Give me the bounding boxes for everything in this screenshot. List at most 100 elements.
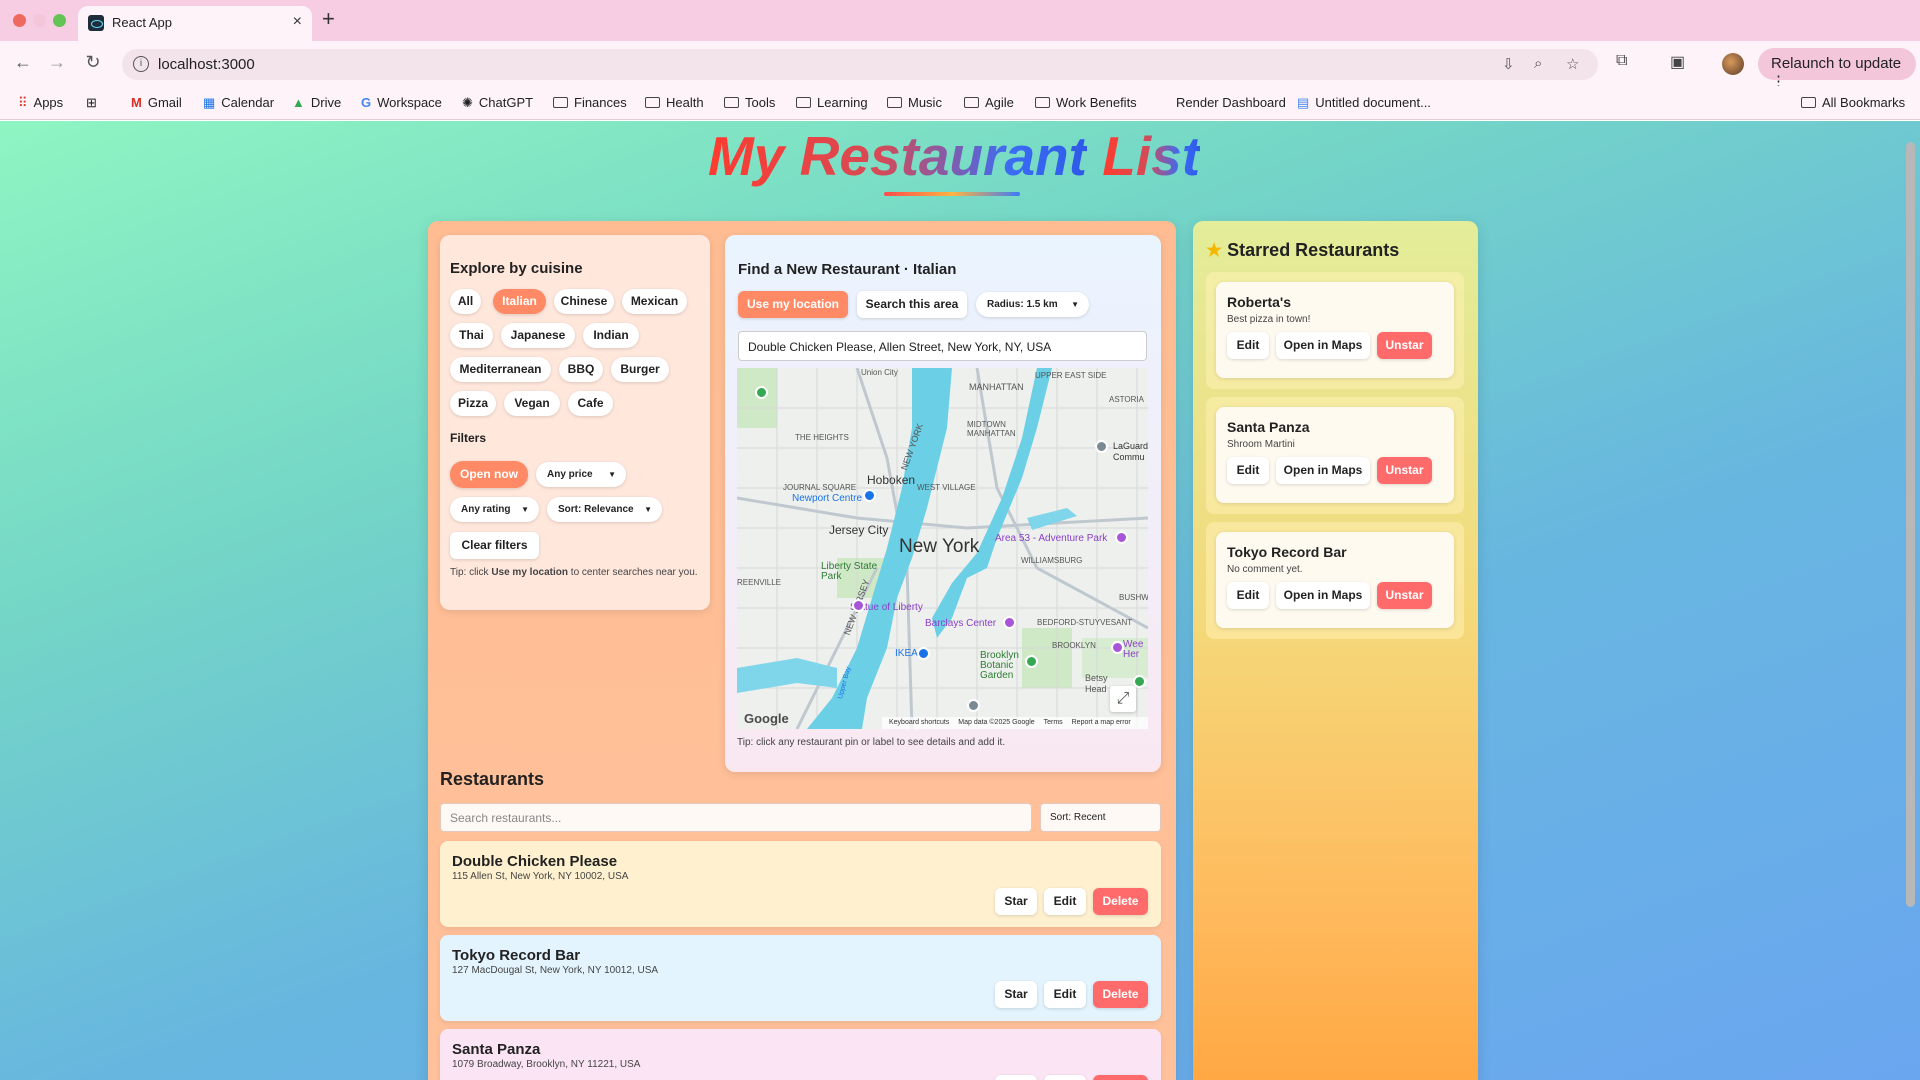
tab-close-icon[interactable]: × (293, 13, 302, 31)
bookmark-tools[interactable]: Tools (724, 95, 775, 110)
rating-dropdown[interactable]: Any rating ▼ (450, 497, 539, 522)
open-in-maps-button[interactable]: Open in Maps (1276, 457, 1370, 484)
use-my-location-button[interactable]: Use my location (738, 291, 848, 318)
keyboard-shortcuts-link[interactable]: Keyboard shortcuts (889, 719, 949, 726)
bookmark-chatgpt[interactable]: ✺ ChatGPT (462, 95, 533, 111)
map-pin-ikea[interactable] (917, 647, 930, 660)
window-minimize-control[interactable] (33, 14, 46, 27)
profile-avatar[interactable] (1722, 53, 1744, 75)
radius-dropdown[interactable]: Radius: 1.5 km ▼ (976, 292, 1089, 317)
starred-edit-button[interactable]: Edit (1227, 582, 1269, 609)
fullscreen-icon[interactable]: ⤢ (1110, 686, 1136, 712)
unstar-button[interactable]: Unstar (1377, 457, 1432, 484)
delete-button[interactable]: Delete (1093, 1075, 1148, 1080)
folder-icon (645, 97, 660, 108)
clear-filters-button[interactable]: Clear filters (450, 532, 539, 559)
map-pin-laguardia[interactable] (1095, 440, 1108, 453)
unstar-button[interactable]: Unstar (1377, 582, 1432, 609)
terms-link[interactable]: Terms (1044, 719, 1063, 726)
starred-edit-button[interactable]: Edit (1227, 457, 1269, 484)
map-pin-statue-of-liberty[interactable] (852, 599, 865, 612)
cuisine-chip-burger[interactable]: Burger (611, 357, 669, 382)
all-bookmarks[interactable]: All Bookmarks (1801, 95, 1905, 110)
bookmark-star-icon[interactable]: ☆ (1566, 55, 1579, 73)
cuisine-chip-mexican[interactable]: Mexican (622, 289, 687, 314)
bookmark-untitled-document[interactable]: ▤ Untitled document... (1297, 95, 1431, 111)
relaunch-button[interactable]: Relaunch to update ⋮ (1758, 48, 1916, 90)
bookmark-work-benefits[interactable]: Work Benefits (1035, 95, 1137, 110)
cuisine-chip-cafe[interactable]: Cafe (568, 391, 613, 416)
open-in-maps-button[interactable]: Open in Maps (1276, 332, 1370, 359)
map-pin-barclays[interactable] (1003, 616, 1016, 629)
window-zoom-control[interactable] (53, 14, 66, 27)
radius-dropdown-label: Radius: 1.5 km (987, 299, 1058, 310)
map-label-botanic-garden: Brooklyn Botanic Garden (980, 650, 1019, 681)
cuisine-chip-italian[interactable]: Italian (493, 289, 546, 314)
bookmark-drive[interactable]: ▲ Drive (292, 95, 341, 110)
zoom-icon[interactable]: ⌕ (1534, 55, 1542, 72)
delete-button[interactable]: Delete (1093, 981, 1148, 1008)
edit-button[interactable]: Edit (1044, 981, 1086, 1008)
delete-button[interactable]: Delete (1093, 888, 1148, 915)
bookmark-label: Apps (33, 95, 64, 110)
bookmark-finances[interactable]: Finances (553, 95, 627, 110)
page-scrollbar[interactable] (1906, 142, 1915, 907)
unstar-button[interactable]: Unstar (1377, 332, 1432, 359)
cuisine-chip-thai[interactable]: Thai (450, 323, 493, 348)
restaurant-search-input[interactable]: Search restaurants... (440, 803, 1032, 832)
bookmark-workspace[interactable]: G Workspace (361, 95, 442, 110)
new-tab-icon[interactable]: + (322, 8, 335, 30)
address-bar[interactable]: i localhost:3000 ⇩ ⌕ ☆ (122, 49, 1598, 80)
edit-button[interactable]: Edit (1044, 888, 1086, 915)
google-apps-icon[interactable]: ⊞ (86, 95, 97, 111)
map-pin-park[interactable] (755, 386, 768, 399)
site-info-icon[interactable]: i (133, 56, 149, 72)
forward-icon[interactable]: → (46, 52, 68, 73)
report-error-link[interactable]: Report a map error (1072, 719, 1131, 726)
map-pin-wee-her[interactable] (1111, 641, 1124, 654)
star-button[interactable]: Star (995, 981, 1037, 1008)
reload-icon[interactable]: ↻ (82, 52, 104, 73)
edit-button[interactable]: Edit (1044, 1075, 1086, 1080)
cuisine-chip-pizza[interactable]: Pizza (450, 391, 496, 416)
cuisine-chip-japanese[interactable]: Japanese (501, 323, 575, 348)
restaurant-name: Double Chicken Please (452, 853, 618, 870)
bookmark-gmail[interactable]: M Gmail (131, 95, 182, 110)
bookmark-agile[interactable]: Agile (964, 95, 1014, 110)
map-pin-transit[interactable] (967, 699, 980, 712)
map-pin-botanic-garden[interactable] (1025, 655, 1038, 668)
star-button[interactable]: Star (995, 888, 1037, 915)
open-now-toggle[interactable]: Open now (450, 461, 528, 488)
cuisine-chip-bbq[interactable]: BBQ (559, 357, 603, 382)
back-icon[interactable]: ← (12, 52, 34, 73)
window-close-control[interactable] (13, 14, 26, 27)
map-view[interactable]: Union City MANHATTAN UPPER EAST SIDE AST… (737, 368, 1148, 729)
address-input[interactable]: Double Chicken Please, Allen Street, New… (738, 331, 1147, 361)
search-this-area-button[interactable]: Search this area (857, 291, 967, 318)
extensions-icon[interactable]: ⧉ (1616, 52, 1627, 70)
map-pin-area-53[interactable] (1115, 531, 1128, 544)
cuisine-chip-mediterranean[interactable]: Mediterranean (450, 357, 551, 382)
open-in-maps-button[interactable]: Open in Maps (1276, 582, 1370, 609)
browser-tab[interactable]: React App × (78, 6, 312, 41)
url-text[interactable]: localhost:3000 (158, 56, 255, 73)
folder-icon (553, 97, 568, 108)
bookmark-learning[interactable]: Learning (796, 95, 868, 110)
install-app-icon[interactable]: ⇩ (1502, 55, 1515, 73)
map-pin-newport[interactable] (863, 489, 876, 502)
bookmark-render-dashboard[interactable]: Render Dashboard (1176, 95, 1286, 110)
bookmark-calendar[interactable]: ▦ Calendar (203, 95, 274, 111)
star-button[interactable]: Star (995, 1075, 1037, 1080)
cuisine-chip-indian[interactable]: Indian (583, 323, 639, 348)
cuisine-chip-all[interactable]: All (450, 289, 481, 314)
bookmark-music[interactable]: Music (887, 95, 942, 110)
cuisine-chip-chinese[interactable]: Chinese (554, 289, 614, 314)
tab-search-icon[interactable]: ▣ (1670, 52, 1685, 72)
starred-edit-button[interactable]: Edit (1227, 332, 1269, 359)
price-dropdown[interactable]: Any price ▼ (536, 462, 626, 487)
restaurant-sort-select[interactable]: Sort: Recent (1040, 803, 1161, 832)
bookmark-health[interactable]: Health (645, 95, 704, 110)
sort-relevance-dropdown[interactable]: Sort: Relevance ▼ (547, 497, 662, 522)
bookmark-apps[interactable]: ⠿ Apps (18, 95, 63, 111)
cuisine-chip-vegan[interactable]: Vegan (504, 391, 560, 416)
